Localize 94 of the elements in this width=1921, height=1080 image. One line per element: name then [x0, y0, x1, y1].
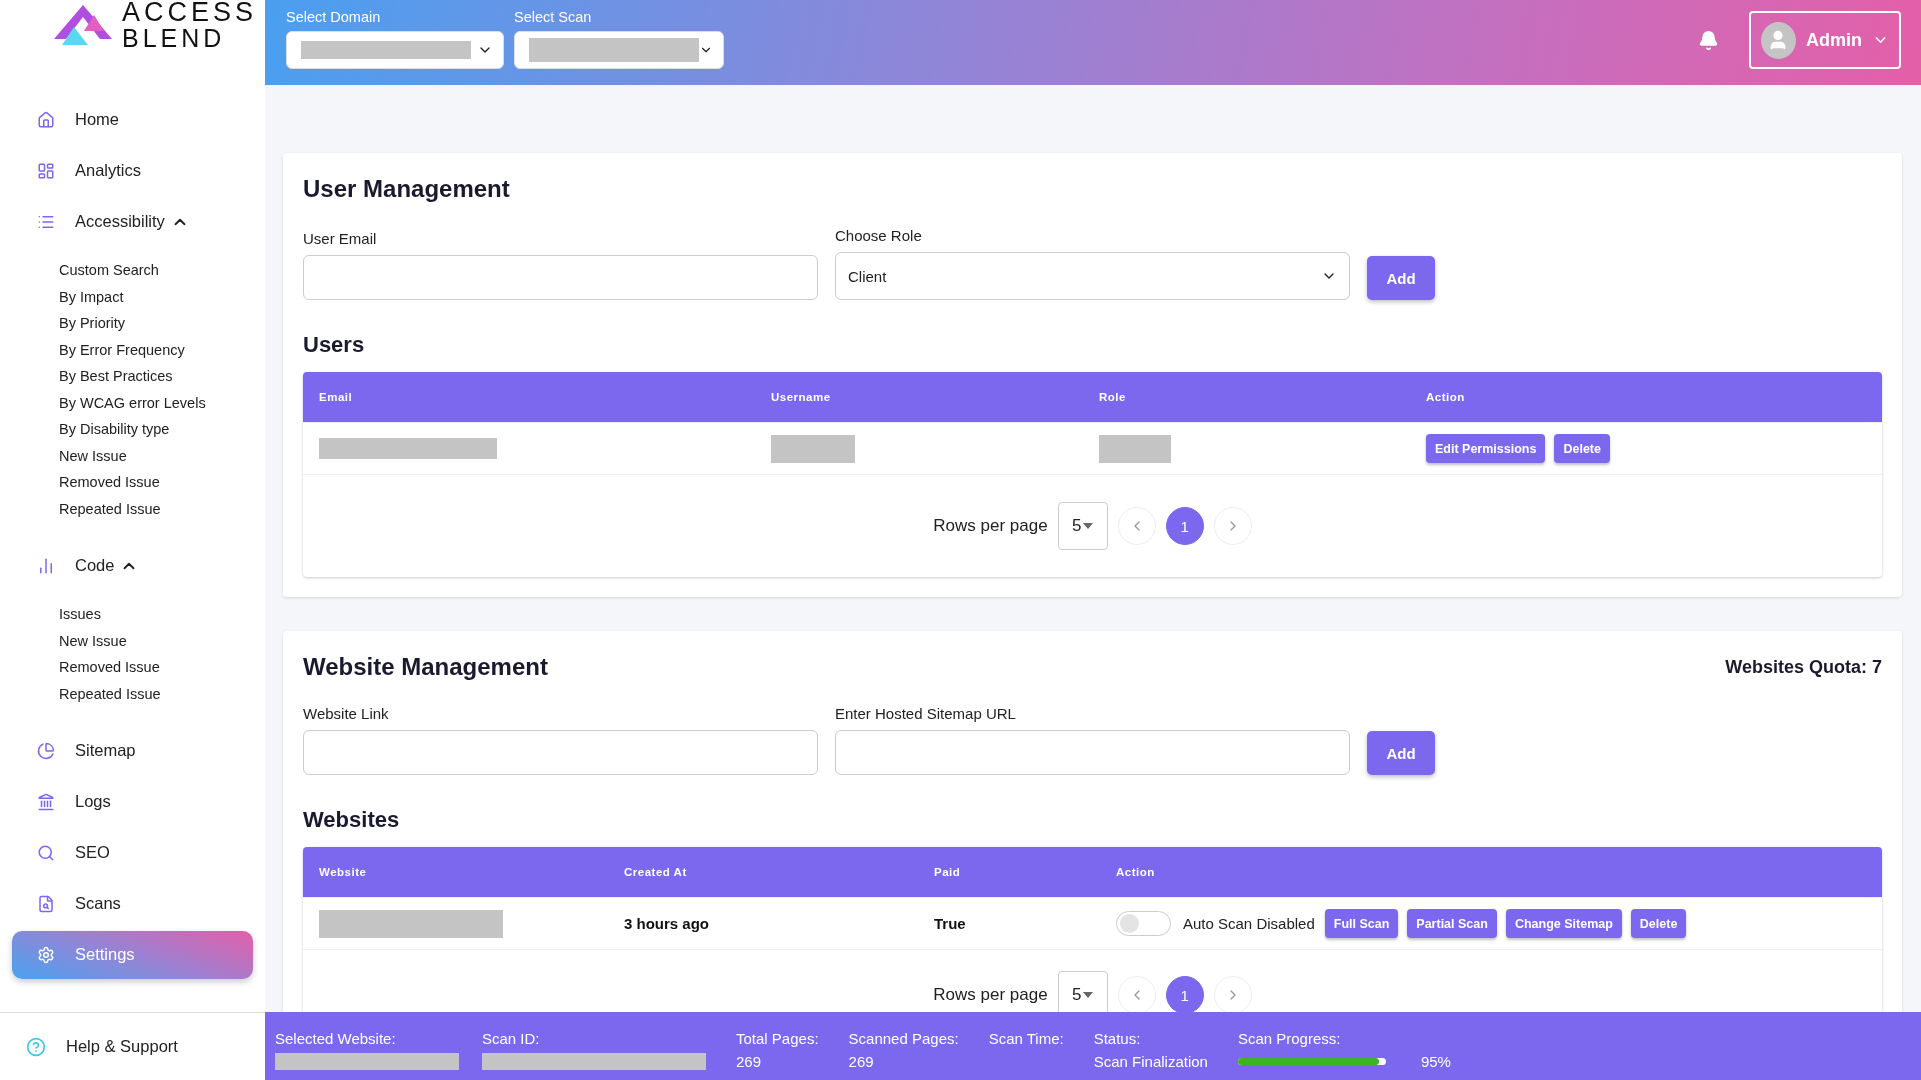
sidebar-subitem[interactable]: Issues — [59, 601, 253, 628]
dropdown-icon — [1083, 992, 1094, 998]
sidebar-subitem[interactable]: By WCAG error Levels — [59, 389, 253, 416]
notification-icon[interactable] — [1698, 29, 1719, 51]
column-header: Email — [319, 391, 354, 403]
rows-per-page-label: Rows per page — [933, 516, 1048, 536]
sidebar-item[interactable]: Analytics — [12, 146, 253, 195]
logo-text: BLEND — [122, 26, 227, 51]
sidebar-subitem[interactable]: Removed Issue — [59, 654, 253, 681]
table-title: Websites — [303, 807, 401, 833]
add-button[interactable]: Add — [1367, 731, 1435, 775]
auto-scan-label: Auto Scan Disabled — [1183, 915, 1315, 932]
role-select[interactable]: Client — [835, 252, 1350, 300]
column-header: Action — [1426, 391, 1466, 403]
status-value: Scan Finalization — [1093, 1053, 1208, 1070]
rows-per-page-label: Rows per page — [933, 985, 1048, 1005]
page-button[interactable]: 1 — [1165, 976, 1204, 1014]
sidebar-subitem[interactable]: By Disability type — [59, 416, 253, 443]
row-action-button[interactable]: Delete — [1554, 434, 1610, 463]
sidebar-subitem[interactable]: By Best Practices — [59, 363, 253, 390]
table-cell-text: True — [934, 915, 967, 932]
sidebar-subitem[interactable]: Repeated Issue — [59, 495, 253, 522]
search-icon — [37, 843, 55, 862]
sidebar-item[interactable]: Sitemap — [12, 726, 253, 775]
status-label: Total Pages: — [736, 1030, 819, 1047]
row-action-button[interactable]: Full Scan — [1324, 909, 1399, 938]
bank-icon — [37, 792, 55, 811]
row-action-button[interactable]: Change Sitemap — [1505, 909, 1622, 938]
sidebar-item[interactable]: Home — [12, 95, 253, 144]
sitemap-url-field[interactable] — [835, 730, 1350, 775]
status-label: Selected Website: — [275, 1030, 397, 1047]
add-button[interactable]: Add — [1367, 256, 1435, 300]
logo-text: ACCESS — [122, 0, 258, 26]
field-label: Enter Hosted Sitemap URL — [835, 705, 1017, 722]
email-field[interactable] — [303, 255, 818, 300]
field-label: User Email — [303, 230, 378, 247]
table-title: Users — [303, 332, 366, 358]
dashboard-icon — [37, 161, 55, 180]
column-header: Created At — [624, 866, 688, 878]
row-action-button[interactable]: Edit Permissions — [1426, 434, 1546, 463]
previous-page-button[interactable] — [1117, 976, 1156, 1014]
scan-select[interactable] — [514, 31, 724, 69]
pie-chart-icon — [37, 741, 55, 760]
column-header: Role — [1099, 391, 1127, 403]
help-icon — [26, 1036, 46, 1057]
page-button[interactable]: 1 — [1165, 507, 1204, 545]
domain-select[interactable] — [286, 31, 504, 69]
sidebar-subitem[interactable]: By Priority — [59, 310, 253, 337]
redacted-block — [1099, 434, 1171, 463]
sidebar-item[interactable]: Logs — [12, 777, 253, 826]
sidebar-subitem[interactable]: Repeated Issue — [59, 680, 253, 707]
status-value: 269 — [736, 1053, 763, 1070]
rows-per-page-select[interactable]: 5 — [1057, 502, 1108, 550]
column-header: Username — [771, 391, 832, 403]
status-label: Scan Time: — [988, 1030, 1064, 1047]
column-header: Website — [319, 866, 368, 878]
status-value: 269 — [848, 1053, 875, 1070]
sidebar-subitem[interactable]: By Error Frequency — [59, 336, 253, 363]
sidebar-subitem[interactable]: By Impact — [59, 283, 253, 310]
row-action-button[interactable]: Delete — [1630, 909, 1687, 938]
settings-icon — [37, 945, 55, 964]
sidebar-item[interactable]: SEO — [12, 828, 253, 877]
next-page-button[interactable] — [1213, 976, 1252, 1014]
status-label: Status: — [1093, 1030, 1142, 1047]
domain-label: Select Domain — [286, 9, 382, 25]
sidebar-item[interactable]: Accessibility — [12, 197, 253, 246]
sidebar-item[interactable]: Code — [12, 541, 253, 590]
row-action-button[interactable]: Partial Scan — [1407, 909, 1497, 938]
table-cell-text: 3 hours ago — [624, 915, 710, 932]
field-label: Choose Role — [835, 227, 923, 244]
sidebar-item[interactable]: Scans — [12, 879, 253, 928]
dropdown-icon — [1083, 523, 1094, 529]
column-header: Paid — [934, 866, 962, 878]
website-link-field[interactable] — [303, 730, 818, 775]
sidebar-subitem[interactable]: New Issue — [59, 627, 253, 654]
status-label: Scan Progress: — [1237, 1030, 1342, 1047]
document-search-icon — [37, 894, 55, 913]
avatar-icon — [1761, 21, 1796, 59]
sidebar-subitem[interactable]: New Issue — [59, 442, 253, 469]
progress-reading: 95% — [1420, 1053, 1451, 1070]
field-label: Website Link — [303, 705, 390, 722]
scan-label: Select Scan — [514, 9, 593, 25]
section-title: Website Management — [303, 653, 548, 681]
websites-quota: Websites Quota: 7 — [1725, 656, 1882, 678]
sidebar-subitem[interactable]: Custom Search — [59, 257, 253, 284]
home-icon — [37, 110, 55, 129]
status-label: Scan ID: — [482, 1030, 541, 1047]
column-header: Action — [1116, 866, 1156, 878]
bar-chart-icon — [37, 556, 55, 575]
sidebar-subitem[interactable]: Removed Issue — [59, 469, 253, 496]
auto-scan-toggle[interactable] — [1116, 911, 1171, 936]
section-title: User Management — [303, 175, 510, 203]
status-label: Scanned Pages: — [848, 1030, 959, 1047]
logo-icon — [54, 5, 112, 45]
